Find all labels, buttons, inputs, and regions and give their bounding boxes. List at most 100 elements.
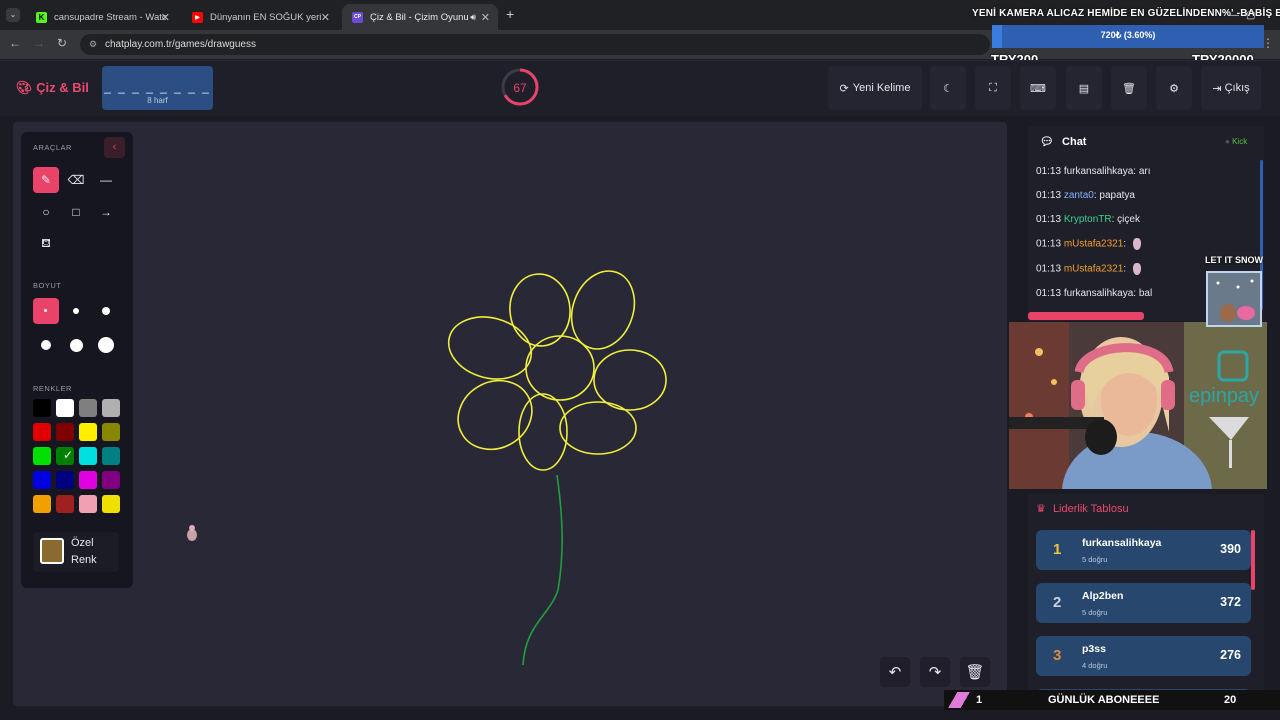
maximize-icon[interactable]: ▢: [1246, 10, 1255, 21]
chat-title: Chat: [1062, 136, 1087, 148]
eraser-tool[interactable]: ⌫: [63, 167, 89, 193]
color-swatch[interactable]: [102, 495, 120, 513]
size-option[interactable]: [63, 332, 89, 358]
close-tab-icon[interactable]: ✕: [481, 11, 490, 24]
collapse-panel-button[interactable]: ‹: [104, 137, 125, 158]
size-option[interactable]: [93, 332, 119, 358]
flower-drawing: [447, 270, 667, 666]
color-swatch[interactable]: [56, 495, 74, 513]
leaderboard-scrollbar[interactable]: [1251, 530, 1255, 590]
color-swatch[interactable]: [33, 447, 51, 465]
color-swatch[interactable]: [33, 471, 51, 489]
size-option[interactable]: [63, 298, 89, 324]
circle-icon: ○: [42, 205, 50, 219]
color-swatch[interactable]: [56, 399, 74, 417]
logo-text: Çiz & Bil: [36, 80, 89, 95]
site-info-icon[interactable]: ⚙: [89, 39, 97, 50]
color-swatch[interactable]: [56, 423, 74, 441]
app-logo[interactable]: 🎨︎ Çiz & Bil: [16, 80, 89, 96]
brush-tool[interactable]: ✎: [33, 167, 59, 193]
chat-username[interactable]: KryptonTR: [1064, 214, 1112, 225]
size-option[interactable]: [93, 298, 119, 324]
arrow-tool[interactable]: →: [93, 199, 119, 225]
color-swatch[interactable]: [33, 495, 51, 513]
back-icon[interactable]: ←: [9, 36, 21, 50]
tab-kick-stream[interactable]: K cansupadre Stream - Watch Liv ✕: [26, 4, 178, 30]
chat-username[interactable]: zanta0: [1064, 190, 1094, 201]
exit-button[interactable]: ⇥ Çıkış: [1201, 66, 1261, 110]
color-swatch[interactable]: [79, 399, 97, 417]
settings-button[interactable]: ⚙: [1156, 66, 1192, 110]
sub-goal-fill: [948, 692, 970, 708]
color-swatch[interactable]: [102, 471, 120, 489]
color-swatch[interactable]: [102, 423, 120, 441]
keyboard-button[interactable]: ⌨: [1020, 66, 1056, 110]
flower-petal: [559, 401, 637, 455]
gear-icon: ⚙: [1169, 82, 1179, 95]
color-swatch[interactable]: [79, 495, 97, 513]
color-swatch[interactable]: [56, 471, 74, 489]
player-name: Alp2ben: [1082, 590, 1124, 602]
size-option[interactable]: [33, 298, 59, 324]
undo-button[interactable]: ↶: [880, 657, 910, 687]
correct-count: 5 doğru: [1082, 555, 1108, 564]
color-swatch[interactable]: [79, 447, 97, 465]
chat-text: arı: [1138, 166, 1151, 177]
chat-message: 01:13 KryptonTR: çiçek: [1036, 214, 1140, 225]
chat-username[interactable]: furkansalihkaya: [1064, 166, 1133, 177]
reload-icon[interactable]: ↻: [57, 36, 67, 50]
chat-username[interactable]: mUstafa2321: [1064, 264, 1123, 275]
tab-youtube[interactable]: ▶ Dünyanın EN SOĞUK yerinde 8 ✕: [182, 4, 338, 30]
chat-username[interactable]: furkansalihkaya: [1064, 288, 1133, 299]
archive-button[interactable]: ▤: [1066, 66, 1102, 110]
close-tab-icon[interactable]: ✕: [321, 11, 330, 24]
minimize-icon[interactable]: —: [1229, 10, 1239, 21]
kick-status: ● Kick: [1225, 137, 1247, 146]
snow-globe-image: [1206, 271, 1262, 327]
forward-icon[interactable]: →: [33, 36, 45, 50]
dark-mode-button[interactable]: ☾: [930, 66, 966, 110]
webcam-feed: epinpay: [1009, 322, 1267, 489]
redo-button[interactable]: ↷: [920, 657, 950, 687]
chat-message: 01:13 zanta0: papatya: [1036, 190, 1135, 201]
chat-message: 01:13 mUstafa2321:: [1036, 238, 1141, 250]
leaderboard-row: 3 p3ss 4 doğru 276: [1036, 636, 1251, 676]
chat-message: 01:13 furkansalihkaya: bal: [1036, 288, 1152, 299]
rectangle-tool[interactable]: □: [63, 199, 89, 225]
palette-icon: 🎨︎: [16, 80, 33, 95]
timer-value: 67: [513, 81, 527, 95]
color-swatch[interactable]: [102, 447, 120, 465]
tab-ciz-bil[interactable]: CP Çiz & Bil - Çizim Oyunu 🔊︎ ✕: [342, 4, 498, 30]
clear-canvas-button[interactable]: 🗑︎: [960, 657, 990, 687]
fullscreen-button[interactable]: ⛶: [975, 66, 1011, 110]
tab-search-icon[interactable]: ⌄: [6, 8, 20, 22]
color-swatch[interactable]: [79, 423, 97, 441]
fill-tool[interactable]: ⛾: [33, 231, 59, 257]
delete-button[interactable]: 🗑︎: [1111, 66, 1147, 110]
line-tool[interactable]: —: [93, 167, 119, 193]
circle-tool[interactable]: ○: [33, 199, 59, 225]
speaker-icon[interactable]: 🔊︎: [470, 12, 476, 23]
close-tab-icon[interactable]: ✕: [161, 11, 170, 24]
chat-username[interactable]: mUstafa2321: [1064, 239, 1123, 250]
player-points: 390: [1220, 542, 1241, 556]
color-swatch[interactable]: [33, 399, 51, 417]
color-swatch[interactable]: [33, 423, 51, 441]
new-word-button[interactable]: ⟳ Yeni Kelime: [828, 66, 922, 110]
flower-petal: [447, 316, 533, 380]
player-points: 276: [1220, 648, 1241, 662]
new-tab-button[interactable]: +: [506, 6, 514, 22]
size-option[interactable]: [33, 332, 59, 358]
custom-color-label-line1: Özel: [71, 537, 94, 549]
url-field[interactable]: ⚙ chatplay.com.tr/games/drawguess: [80, 34, 990, 55]
rank-number: 1: [1053, 541, 1062, 558]
chat-text: çiçek: [1117, 214, 1140, 225]
chat-time: 01:13: [1036, 214, 1062, 225]
brush-icon: ✎: [40, 173, 52, 187]
kick-icon: K: [36, 11, 47, 23]
color-swatch[interactable]: [79, 471, 97, 489]
custom-color-swatch: [40, 538, 64, 564]
color-swatch[interactable]: [102, 399, 120, 417]
chat-message: 01:13 mUstafa2321:: [1036, 263, 1141, 275]
custom-color-button[interactable]: Özel Renk: [33, 532, 119, 572]
